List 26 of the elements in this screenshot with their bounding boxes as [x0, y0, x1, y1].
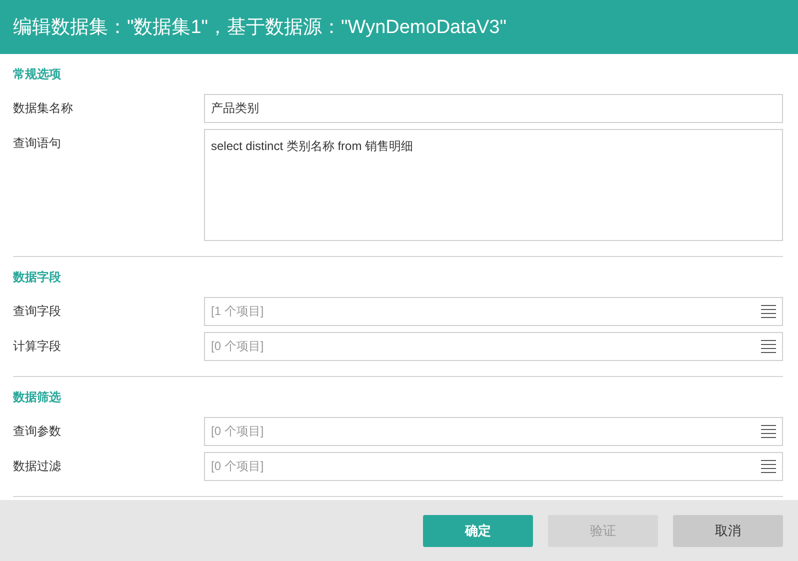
collection-value: [0 个项目]	[211, 458, 264, 475]
dialog-button[interactable]: 取消	[673, 514, 783, 546]
collection-field[interactable]: [1 个项目]	[204, 297, 783, 326]
section-heading: 数据字段	[13, 269, 62, 285]
field-label: 查询语句	[13, 135, 62, 152]
menu-icon[interactable]	[761, 460, 776, 473]
collection-value: [0 个项目]	[211, 423, 264, 440]
field-label: 查询参数	[13, 423, 62, 440]
field-label: 查询字段	[13, 303, 62, 320]
dialog-title: 编辑数据集："数据集1"，基于数据源："WynDemoDataV3"	[13, 16, 506, 40]
section-heading: 数据筛选	[13, 389, 62, 405]
section-heading: 常规选项	[13, 66, 62, 82]
field-label: 数据过滤	[13, 458, 62, 475]
field-label: 数据集名称	[13, 100, 74, 117]
menu-icon[interactable]	[761, 425, 776, 438]
collection-value: [1 个项目]	[211, 303, 264, 320]
collection-value: [0 个项目]	[211, 338, 264, 355]
query-text-area[interactable]: select distinct 类别名称 from 销售明细	[204, 129, 783, 241]
menu-icon[interactable]	[761, 305, 776, 318]
menu-icon[interactable]	[761, 340, 776, 353]
collection-field[interactable]: [0 个项目]	[204, 332, 783, 361]
dialog-button[interactable]: 确定	[423, 514, 533, 546]
collection-field[interactable]: [0 个项目]	[204, 452, 783, 481]
collection-field[interactable]: [0 个项目]	[204, 417, 783, 446]
field-label: 计算字段	[13, 338, 62, 355]
input-field[interactable]: 产品类别	[204, 94, 783, 123]
